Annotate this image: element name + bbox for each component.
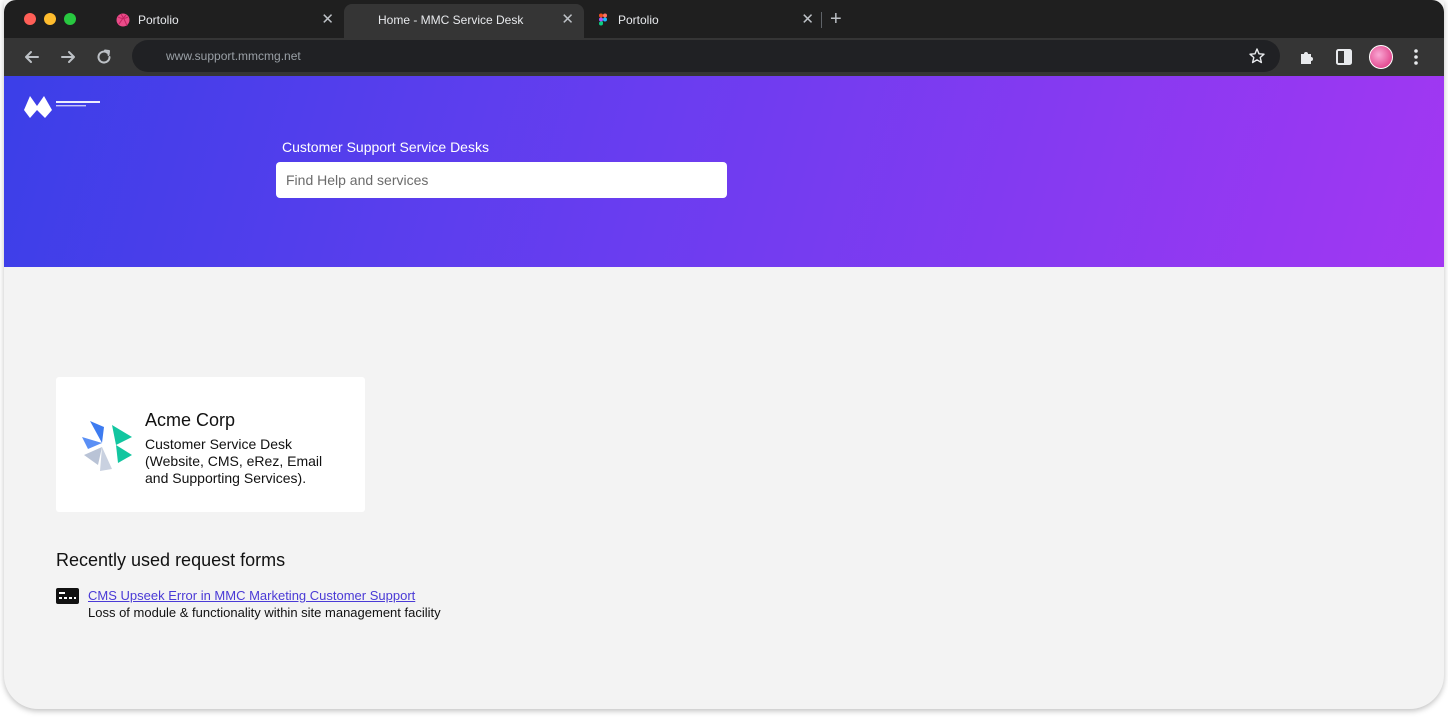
tab-portolio-2[interactable]: Portolio ✕ (584, 4, 824, 38)
forward-icon[interactable] (58, 47, 78, 67)
tab-title: Portolio (618, 13, 659, 27)
profile-avatar[interactable] (1369, 45, 1393, 69)
reload-icon[interactable] (94, 47, 114, 67)
more-menu-icon[interactable] (1406, 47, 1426, 67)
figma-icon (599, 13, 607, 26)
request-form-description: Loss of module & functionality within si… (88, 605, 441, 620)
tab-strip: Portolio ✕ Home - MMC Service Desk ✕ Por… (4, 0, 1444, 38)
acme-corp-logo (82, 421, 132, 471)
browser-window: Portolio ✕ Home - MMC Service Desk ✕ Por… (4, 0, 1444, 709)
close-tab-icon[interactable]: ✕ (321, 10, 334, 30)
maximize-window-button[interactable] (64, 13, 76, 25)
company-logo[interactable] (22, 88, 106, 120)
service-desk-description: Customer Service Desk (Website, CMS, eRe… (145, 436, 323, 486)
tab-separator (821, 12, 822, 28)
close-tab-icon[interactable]: ✕ (561, 10, 574, 30)
request-form-link[interactable]: CMS Upseek Error in MMC Marketing Custom… (88, 588, 415, 603)
terminal-icon (56, 588, 79, 604)
dribbble-icon (116, 13, 130, 27)
bookmark-star-icon[interactable] (1248, 47, 1266, 65)
close-tab-icon[interactable]: ✕ (801, 10, 814, 30)
service-desk-name: Acme Corp (145, 410, 236, 430)
hero-banner: Customer Support Service Desks (4, 76, 1444, 267)
search-input[interactable] (276, 162, 727, 198)
tab-portolio-1[interactable]: Portolio ✕ (104, 4, 344, 38)
extensions-puzzle-icon[interactable] (1298, 47, 1318, 67)
recent-forms-heading: Recently used request forms (56, 550, 286, 570)
hero-title: Customer Support Service Desks (282, 139, 489, 155)
tab-home-service-desk[interactable]: Home - MMC Service Desk ✕ (344, 4, 584, 38)
tab-title: Home - MMC Service Desk (378, 13, 524, 27)
url-text[interactable]: www.support.mmcmg.net (166, 49, 301, 63)
service-desk-card[interactable]: Acme Corp Customer Service Desk (Website… (56, 377, 365, 512)
back-icon[interactable] (22, 47, 42, 67)
side-panel-icon[interactable] (1334, 47, 1354, 67)
tab-title: Portolio (138, 13, 179, 27)
browser-toolbar: www.support.mmcmg.net (4, 38, 1444, 76)
address-bar[interactable]: www.support.mmcmg.net (132, 40, 1280, 72)
new-tab-button[interactable]: + (830, 6, 842, 32)
close-window-button[interactable] (24, 13, 36, 25)
minimize-window-button[interactable] (44, 13, 56, 25)
